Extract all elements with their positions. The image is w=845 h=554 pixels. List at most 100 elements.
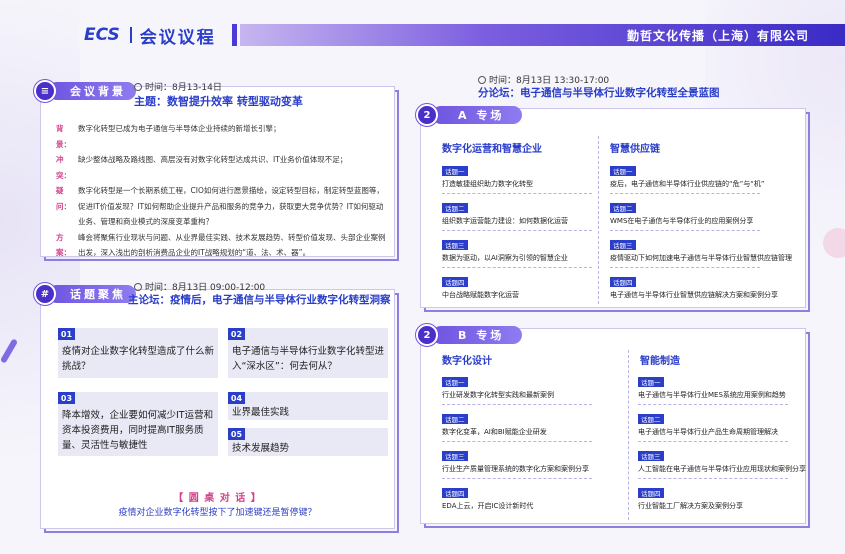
topic-title: 电子通信与半导体行业产品生命周期管理解决 [638,428,778,436]
topic-title: 疫情驱动下如何加速电子通信与半导体行业智慧供应链管理 [610,254,792,262]
row-divider [638,478,788,479]
topic-title: 行业生产质量管理系统的数字化方案和案例分享 [442,465,589,473]
topic-text: 降本增效，企业要如何减少IT运营和资本投资费用，同时提高IT服务质量、灵活性与敏… [62,410,214,451]
session-b-right-head: 智能制造 [640,356,680,367]
topic-title: 电子通信与半导体行业智慧供应链解决方案和案例分享 [610,291,778,299]
background-row-key: 疑问： [56,186,71,211]
session-b-tag-label: B 专场 [458,329,505,342]
ecs-logo: ECS [84,25,120,45]
clock-icon [134,83,142,91]
session-a-right-head: 智慧供应链 [610,144,660,155]
row-divider [442,441,592,442]
forum-theme: 分论坛：电子通信与半导体行业数字化转型全景蓝图 [478,87,720,99]
company-name: 勤哲文化传播（上海）有限公司 [626,29,809,43]
background-row-text: 数字化转型已成为电子通信与半导体企业持续的新增长引擎； [78,124,281,133]
topic-title: 数据为驱动，以AI洞察为引领的智慧企业 [442,254,568,262]
row-divider [610,193,760,194]
topic-label: 话题三 [442,240,468,250]
decor-dot [823,228,845,258]
row-divider [442,404,592,405]
session-b-left-head: 数字化设计 [442,356,492,367]
header: 勤哲文化传播（上海）有限公司 ECS 会议议程 [0,24,845,48]
topics-tag-label: 话题聚焦 [70,288,126,301]
row-divider [638,404,788,405]
background-time: 时间：8月13-14日 [134,80,222,93]
topic-title: 中台战略赋能数字化运营 [442,291,519,299]
background-row-text: 缺少整体战略及路线图、高层没有对数字化转型达成共识、IT业务价值体现不足； [78,155,348,164]
title-bar: 勤哲文化传播（上海）有限公司 [240,24,845,46]
session-a-left-head: 数字化运营和智慧企业 [442,144,542,155]
background-theme: 主题：数智提升效率 转型驱动变革 [134,95,303,108]
topic-title: 疫后，电子通信和半导体行业供应链的“危”与“机” [610,180,765,188]
hash-icon: # [34,283,56,305]
clock-icon [478,76,486,84]
background-row: 方案： 峰会将聚焦行业现状与问题、从业界最佳实践、技术发展趋势、转型价值发现、头部… [56,230,386,261]
row-divider [610,267,760,268]
background-row-key: 方案： [56,232,71,258]
background-tag-label: 会议背景 [70,85,126,98]
topic-label: 话题三 [638,451,664,461]
row-divider [638,441,788,442]
topic-title: 行业研发数字化转型实践和最新案例 [442,391,554,399]
topic-number: 02 [228,328,245,340]
pencil-icon: 2 [416,104,438,126]
background-row-text: 数字化转型是一个长期系统工程，CIO如何进行愿景描绘，设定转型目标，制定转型蓝图… [78,186,384,226]
topic-label: 话题二 [442,414,468,424]
session-b-divider [628,350,629,520]
row-divider [442,193,592,194]
title-bar-accent [232,24,237,46]
topic-label: 话题一 [442,377,468,387]
row-divider [442,230,592,231]
topic-title: 数字化变革，AI和BI赋能企业研发 [442,428,547,436]
topic-label: 话题二 [610,203,636,213]
session-b-tag: B 专场 [432,326,523,344]
session-a-tag-label: A 专场 [458,109,505,122]
row-divider [610,230,760,231]
topic-card-05: 05 技术发展趋势 [228,428,388,456]
background-tag: 会议背景 [48,82,136,100]
background-time-text: 时间：8月13-14日 [145,83,222,93]
topic-title: 组织数字运营能力建设：如何数据化运营 [442,217,568,225]
topic-card-03: 03 降本增效，企业要如何减少IT运营和资本投资费用，同时提高IT服务质量、灵活… [58,392,218,456]
topic-title: 电子通信与半导体行业MES系统应用案例和趋势 [638,391,786,399]
topic-number: 01 [58,328,75,340]
topic-title: WMS在电子通信与半导体行业的应用案例分享 [610,217,754,225]
topic-label: 话题四 [638,488,664,498]
round-table-title: 【 圆 桌 对 话 】 [173,493,262,504]
pencil-icon: 2 [416,324,438,346]
topic-text: 业界最佳实践 [232,407,290,418]
topic-title: EDA上云，开启IC设计新时代 [442,502,534,510]
topic-label: 话题一 [638,377,664,387]
background-row: 背景： 数字化转型已成为电子通信与半导体企业持续的新增长引擎； [56,121,386,152]
logo-block: ECS 会议议程 [78,24,222,48]
round-table-text: 疫情对企业数字化转型按下了加速键还是暂停键？ [118,508,317,518]
topic-label: 话题三 [610,240,636,250]
topic-title: 打造敏捷组织助力数字化转型 [442,180,533,188]
logo-divider [129,27,132,43]
topics-theme: 主论坛：疫情后，电子通信与半导体行业数字化转型洞察 [128,294,391,306]
background-row: 疑问： 数字化转型是一个长期系统工程，CIO如何进行愿景描绘，设定转型目标，制定转… [56,183,386,230]
topic-label: 话题一 [442,166,468,176]
topic-label: 话题一 [610,166,636,176]
topic-label: 话题四 [442,277,468,287]
topic-card-02: 02 电子通信与半导体行业数字化转型进入“深水区”：何去何从？ [228,328,388,378]
topic-label: 话题四 [610,277,636,287]
topic-label: 话题二 [638,414,664,424]
background-row: 冲突： 缺少整体战略及路线图、高层没有对数字化转型达成共识、IT业务价值体现不足； [56,152,386,183]
topic-number: 04 [228,392,245,404]
topic-card-04: 04 业界最佳实践 [228,392,388,420]
session-a-tag: A 专场 [432,106,523,124]
topic-card-01: 01 疫情对企业数字化转型造成了什么新挑战？ [58,328,218,378]
topic-text: 电子通信与半导体行业数字化转型进入“深水区”：何去何从？ [232,346,385,372]
topic-text: 疫情对企业数字化转型造成了什么新挑战？ [62,346,215,372]
topic-title: 行业智能工厂解决方案及案例分享 [638,502,743,510]
topic-label: 话题四 [442,488,468,498]
page-title: 会议议程 [139,27,216,48]
topic-label: 话题二 [442,203,468,213]
session-a-divider [598,136,599,304]
topic-number: 03 [58,392,75,404]
chat-icon: ≡ [34,80,56,102]
topic-title: 人工智能在电子通信与半导体行业应用现状和案例分享 [638,465,806,473]
clock-icon [134,283,142,291]
background-row-key: 冲突： [56,155,71,180]
